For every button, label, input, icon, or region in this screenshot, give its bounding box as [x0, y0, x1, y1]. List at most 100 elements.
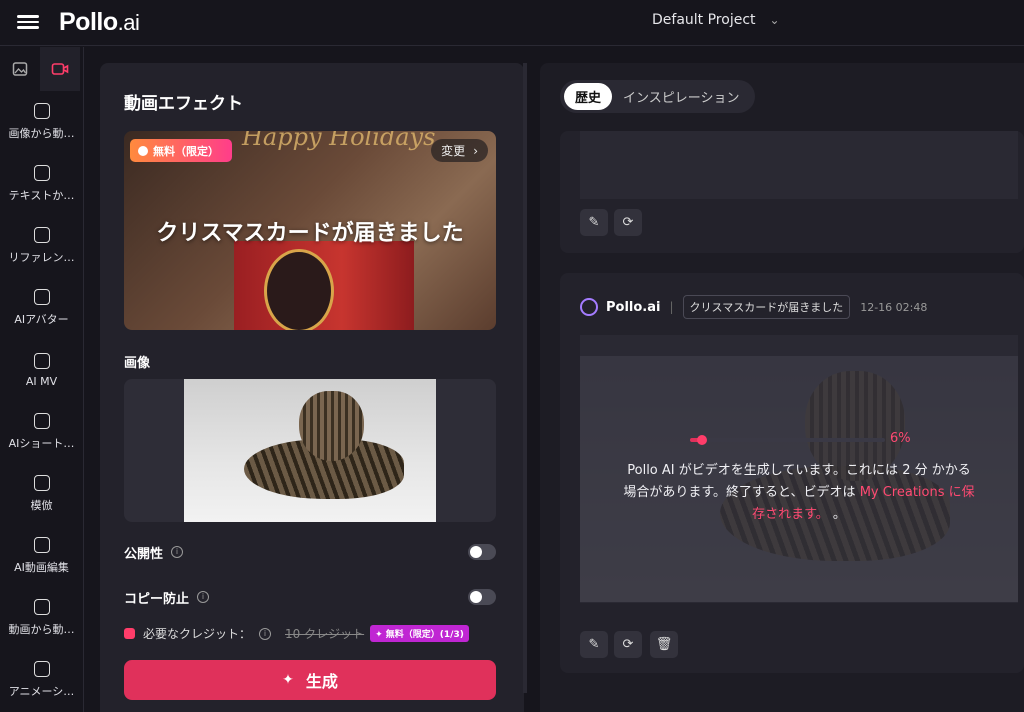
project-name: Default Project [652, 12, 756, 28]
brand-name: Pollo.ai [606, 299, 661, 315]
animation-icon [33, 661, 50, 677]
uploaded-cat-image [184, 379, 436, 522]
history-card: ✎ ⟳ [560, 131, 1024, 253]
video-video-icon [33, 599, 50, 615]
pollo-logo-icon [580, 298, 598, 316]
regenerate-icon[interactable]: ⟳ [614, 631, 642, 658]
generate-button[interactable]: ✦ 生成 [124, 660, 496, 700]
effects-panel: 動画エフェクト Happy Holidays クリスマスカードが届きました 無料… [100, 63, 524, 712]
logo-suffix: .ai [117, 10, 140, 35]
public-label: 公開性 [124, 546, 164, 562]
sidebar-item-label: AIアバター [14, 313, 69, 326]
sidebar-item-label: テキストか… [8, 189, 75, 202]
progress-bar [690, 435, 885, 445]
generation-card: Pollo.ai | クリスマスカードが届きました 12-16 02:48 6%… [560, 273, 1024, 673]
message-line-2: 場合があります。終了すると、ビデオは My Creations に保 [600, 482, 998, 504]
history-media[interactable] [580, 131, 1018, 199]
top-bar: Pollo.ai Default Project ⌄ [0, 0, 1024, 46]
credits-coin-icon [124, 628, 135, 639]
sidebar-item-label: AI MV [25, 374, 58, 388]
effect-caption: クリスマスカードが届きました [156, 221, 464, 246]
tab-history[interactable]: 歴史 [564, 83, 613, 110]
sidebar-item-label: アニメーシ… [8, 685, 75, 698]
info-icon[interactable]: i [197, 591, 210, 603]
free-badge: 無料（限定） [130, 139, 232, 162]
sidebar-item-label: 模倣 [30, 499, 53, 512]
sidebar-item-label: 動画から動… [8, 623, 75, 636]
dance-icon [33, 475, 50, 491]
sidebar-item-text-to-video[interactable]: テキストか… [0, 153, 83, 215]
trash-icon[interactable]: 🗑 [650, 631, 678, 658]
sidebar-item-ai-avatar[interactable]: AIアバター [0, 277, 83, 339]
sidebar-item-ai-short[interactable]: AIショート… [0, 401, 83, 463]
sidebar-item-label: 画像から動… [8, 127, 75, 140]
my-creations-link[interactable]: My Creations に保 [860, 485, 975, 500]
public-row: 公開性 i [124, 544, 496, 562]
progress-percent: 6% [890, 431, 911, 446]
message-text: 場合があります。終了すると、ビデオは [623, 485, 860, 500]
image-icon [12, 62, 28, 76]
copy-protect-label: コピー防止 [124, 591, 190, 607]
history-tabs: 歴史 インスピレーション [560, 80, 755, 113]
sidebar-item-label: AI動画編集 [14, 561, 69, 574]
change-label: 変更 [441, 144, 466, 158]
copy-protect-toggle[interactable] [468, 589, 496, 605]
progress-knob [696, 435, 707, 445]
logo-main: Pollo [59, 8, 118, 36]
tab-video-mode[interactable] [40, 47, 80, 91]
sidebar-item-animation[interactable]: アニメーシ… [0, 649, 83, 711]
edit-icon[interactable]: ✎ [580, 209, 608, 236]
info-icon[interactable]: i [259, 627, 272, 640]
project-selector[interactable]: Default Project ⌄ [652, 12, 780, 28]
sidebar-item-image-to-video[interactable]: 画像から動… [0, 91, 83, 153]
sidebar-item-ai-video-edit[interactable]: AI動画編集 [0, 525, 83, 587]
reference-icon [33, 227, 50, 243]
sidebar-item-video-to-video[interactable]: 動画から動… [0, 587, 83, 649]
logo[interactable]: Pollo.ai [59, 8, 140, 37]
message-line-1: Pollo AI がビデオを生成しています。これには 2 分 かかる [627, 463, 971, 478]
text-video-icon [33, 165, 50, 181]
sidebar-item-label: AIショート… [8, 437, 75, 450]
change-effect-button[interactable]: 変更 › [431, 139, 488, 162]
sidebar-item-reference[interactable]: リファレン… [0, 215, 83, 277]
short-video-icon [33, 413, 50, 429]
credits-label: 必要なクレジット： [143, 627, 252, 641]
sparkle-icon: ✦ [282, 672, 294, 688]
history-panel: 歴史 インスピレーション ✎ ⟳ Pollo.ai | クリスマスカードが届きま… [540, 63, 1024, 712]
credits-original: 10 クレジット [285, 627, 365, 641]
generation-media: 6% Pollo AI がビデオを生成しています。これには 2 分 かかる 場合… [580, 335, 1018, 603]
sidebar-item-label: リファレン… [8, 251, 75, 264]
video-edit-icon [33, 537, 50, 553]
free-badge-label: 無料（限定） [153, 144, 219, 158]
my-creations-link-cont[interactable]: 存されます。 [752, 507, 829, 522]
public-toggle[interactable] [468, 544, 496, 560]
info-icon[interactable]: i [171, 546, 184, 558]
hamburger-menu-icon[interactable] [17, 12, 39, 34]
image-upload-area[interactable] [124, 379, 496, 522]
panel-title: 動画エフェクト [124, 94, 243, 114]
sidebar: 画像から動… テキストか… リファレン… AIアバター AI MV AIショート… [0, 47, 84, 712]
generation-card-header: Pollo.ai | クリスマスカードが届きました 12-16 02:48 [580, 295, 927, 319]
sidebar-item-ai-mv[interactable]: AI MV [0, 339, 83, 401]
credits-free-tag: ✦ 無料（限定）(1/3) [370, 625, 469, 642]
chevron-right-icon: › [473, 143, 478, 158]
video-camera-icon [51, 63, 69, 75]
image-section-label: 画像 [124, 356, 151, 371]
edit-icon[interactable]: ✎ [580, 631, 608, 658]
cat-head [299, 391, 364, 461]
effect-chip[interactable]: クリスマスカードが届きました [682, 295, 851, 319]
music-video-icon [33, 352, 50, 369]
regenerate-icon[interactable]: ⟳ [614, 209, 642, 236]
message-tail: 。 [828, 507, 846, 522]
divider: | [669, 300, 674, 314]
effect-preview[interactable]: Happy Holidays クリスマスカードが届きました 無料（限定） 変更 › [124, 131, 496, 330]
clock-icon [138, 145, 148, 156]
copy-protect-row: コピー防止 i [124, 589, 496, 607]
sidebar-item-mimic[interactable]: 模倣 [0, 463, 83, 525]
generation-preview-image: 6% Pollo AI がビデオを生成しています。これには 2 分 かかる 場合… [580, 356, 1018, 602]
tab-image-mode[interactable] [0, 47, 40, 91]
panel-scrollbar[interactable] [523, 63, 527, 693]
sidebar-mode-tabs [0, 47, 83, 91]
tab-inspiration[interactable]: インスピレーション [612, 83, 750, 110]
generate-label: 生成 [305, 672, 338, 691]
